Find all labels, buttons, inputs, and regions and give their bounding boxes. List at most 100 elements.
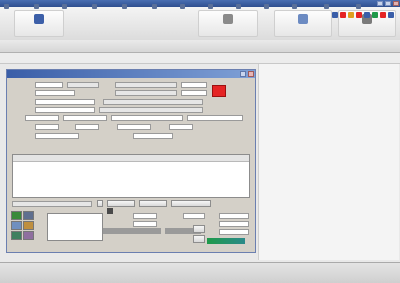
tray-icon[interactable] bbox=[364, 12, 370, 18]
action-button[interactable] bbox=[171, 200, 211, 207]
table-cell[interactable] bbox=[65, 163, 87, 168]
text-field[interactable] bbox=[67, 82, 99, 88]
filter-item[interactable] bbox=[89, 2, 107, 8]
toolbar-item[interactable] bbox=[264, 2, 290, 10]
table-cell[interactable] bbox=[161, 181, 183, 186]
table-cell[interactable] bbox=[161, 163, 183, 168]
table-cell[interactable] bbox=[209, 181, 245, 186]
toolbar-item[interactable] bbox=[324, 2, 354, 10]
table-cell[interactable] bbox=[209, 175, 245, 180]
table-cell[interactable] bbox=[89, 169, 111, 174]
table-cell[interactable] bbox=[113, 169, 135, 174]
table-cell[interactable] bbox=[41, 175, 63, 180]
text-field[interactable] bbox=[181, 90, 207, 96]
arrow-button[interactable] bbox=[97, 200, 103, 207]
table-cell[interactable] bbox=[17, 181, 39, 186]
column-header[interactable] bbox=[41, 155, 63, 161]
tray-icon[interactable] bbox=[380, 12, 386, 18]
column-header[interactable] bbox=[137, 155, 159, 161]
ribbon-button-document[interactable] bbox=[198, 10, 258, 37]
dialog-close-button[interactable] bbox=[248, 71, 254, 77]
filter-item[interactable] bbox=[73, 2, 89, 8]
thumbnail-icon[interactable] bbox=[23, 211, 34, 220]
text-field[interactable] bbox=[75, 124, 99, 130]
text-field[interactable] bbox=[187, 115, 243, 121]
toolbar-item[interactable] bbox=[356, 2, 396, 10]
table-cell[interactable] bbox=[185, 163, 207, 168]
text-field[interactable] bbox=[133, 213, 157, 219]
tray-icon[interactable] bbox=[388, 12, 394, 18]
dialog-minimize-button[interactable] bbox=[240, 71, 246, 77]
text-field[interactable] bbox=[115, 82, 177, 88]
table-cell[interactable] bbox=[185, 175, 207, 180]
text-field[interactable] bbox=[219, 221, 249, 227]
text-field[interactable] bbox=[35, 107, 95, 113]
text-field[interactable] bbox=[133, 221, 157, 227]
column-header[interactable] bbox=[17, 155, 39, 161]
table-cell[interactable] bbox=[161, 169, 183, 174]
action-button[interactable] bbox=[139, 200, 167, 207]
table-cell[interactable] bbox=[17, 175, 39, 180]
table-cell[interactable] bbox=[113, 163, 135, 168]
table-cell[interactable] bbox=[113, 175, 135, 180]
text-field[interactable] bbox=[183, 213, 205, 219]
thumbnail-icon[interactable] bbox=[23, 221, 34, 230]
text-field[interactable] bbox=[25, 115, 59, 121]
table-cell[interactable] bbox=[161, 175, 183, 180]
column-header[interactable] bbox=[89, 155, 111, 161]
table-cell[interactable] bbox=[41, 163, 63, 168]
text-field[interactable] bbox=[219, 229, 249, 235]
text-field[interactable] bbox=[169, 124, 193, 130]
thumbnail-icon[interactable] bbox=[11, 211, 22, 220]
text-field[interactable] bbox=[12, 201, 92, 207]
table-cell[interactable] bbox=[41, 169, 63, 174]
table-cell[interactable] bbox=[65, 175, 87, 180]
text-field[interactable] bbox=[99, 107, 203, 113]
text-field[interactable] bbox=[219, 213, 249, 219]
column-header[interactable] bbox=[161, 155, 183, 161]
column-header[interactable] bbox=[185, 155, 207, 161]
text-field[interactable] bbox=[117, 124, 151, 130]
table-cell[interactable] bbox=[17, 163, 39, 168]
filter-item[interactable] bbox=[51, 2, 73, 8]
table-cell[interactable] bbox=[65, 169, 87, 174]
text-field[interactable] bbox=[35, 124, 59, 130]
thumbnail-icon[interactable] bbox=[11, 231, 22, 240]
action-button[interactable] bbox=[107, 200, 135, 207]
tray-icon[interactable] bbox=[340, 12, 346, 18]
table-cell[interactable] bbox=[137, 169, 159, 174]
table-cell[interactable] bbox=[137, 163, 159, 168]
table-cell[interactable] bbox=[17, 169, 39, 174]
column-header[interactable] bbox=[209, 155, 245, 161]
text-field[interactable] bbox=[103, 99, 203, 105]
text-field[interactable] bbox=[35, 133, 79, 139]
ribbon-button-folder[interactable] bbox=[274, 10, 332, 37]
text-field[interactable] bbox=[111, 115, 183, 121]
text-field[interactable] bbox=[115, 90, 177, 96]
table-cell[interactable] bbox=[89, 175, 111, 180]
column-header[interactable] bbox=[113, 155, 135, 161]
tray-icon[interactable] bbox=[348, 12, 354, 18]
table-cell[interactable] bbox=[209, 163, 245, 168]
table-cell[interactable] bbox=[209, 169, 245, 174]
table-cell[interactable] bbox=[113, 181, 135, 186]
text-field[interactable] bbox=[181, 82, 207, 88]
thumbnail-icon[interactable] bbox=[23, 231, 34, 240]
text-field[interactable] bbox=[63, 115, 107, 121]
print-button[interactable] bbox=[193, 225, 205, 233]
table-cell[interactable] bbox=[137, 181, 159, 186]
text-field[interactable] bbox=[35, 90, 75, 96]
text-field[interactable] bbox=[35, 82, 63, 88]
color-swatch[interactable] bbox=[212, 85, 226, 97]
data-grid[interactable] bbox=[12, 154, 250, 198]
table-cell[interactable] bbox=[137, 175, 159, 180]
table-cell[interactable] bbox=[185, 169, 207, 174]
tray-icon[interactable] bbox=[332, 12, 338, 18]
text-field[interactable] bbox=[133, 133, 173, 139]
table-cell[interactable] bbox=[89, 163, 111, 168]
table-cell[interactable] bbox=[65, 181, 87, 186]
ok-button[interactable] bbox=[193, 235, 205, 243]
tray-icon[interactable] bbox=[356, 12, 362, 18]
column-header[interactable] bbox=[65, 155, 87, 161]
table-cell[interactable] bbox=[41, 181, 63, 186]
